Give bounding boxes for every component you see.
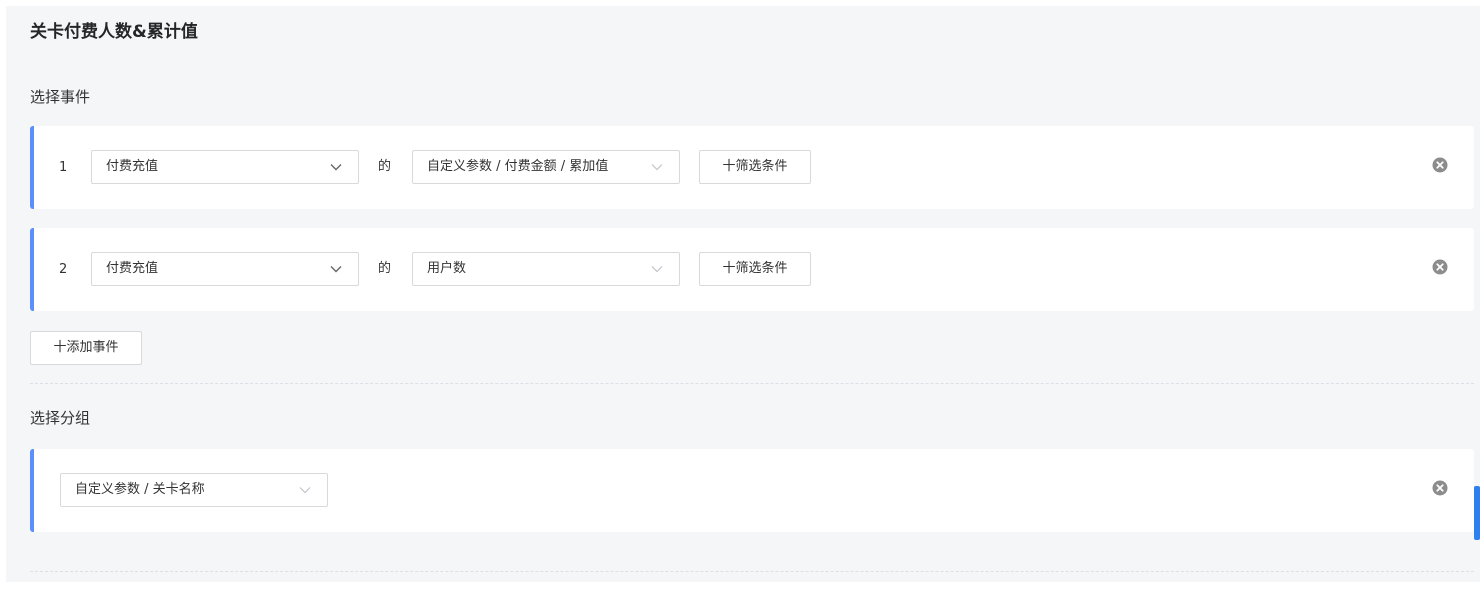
add-filter-button[interactable]: 十筛选条件	[699, 252, 811, 286]
chevron-down-light-icon	[651, 266, 663, 273]
close-circle-icon[interactable]	[1432, 259, 1448, 275]
event-select[interactable]: 付费充值	[91, 252, 359, 286]
event-row-2: 2 付费充值 的 用户数 十筛选条件	[30, 228, 1474, 311]
metric-select-value: 自定义参数 / 付费金额 / 累加值	[427, 159, 609, 174]
chevron-down-light-icon	[651, 164, 663, 171]
metric-select-value: 用户数	[427, 261, 467, 276]
group-row: 自定义参数 / 关卡名称	[30, 449, 1474, 532]
config-panel: 关卡付费人数&累计值 选择事件 1 付费充值 的 自定义参数 / 付费金额 / …	[6, 6, 1480, 582]
group-select-value: 自定义参数 / 关卡名称	[75, 482, 205, 497]
close-circle-icon[interactable]	[1432, 157, 1448, 173]
event-index: 2	[59, 262, 68, 277]
scrollbar-thumb[interactable]	[1474, 486, 1480, 540]
add-filter-button[interactable]: 十筛选条件	[699, 150, 811, 184]
section-title-group: 选择分组	[30, 409, 91, 427]
page-title: 关卡付费人数&累计值	[30, 22, 198, 42]
event-row-1: 1 付费充值 的 自定义参数 / 付费金额 / 累加值 十筛选条件	[30, 126, 1474, 209]
section-divider	[30, 571, 1474, 572]
chevron-down-icon	[330, 164, 342, 171]
of-label: 的	[378, 159, 392, 174]
chevron-down-icon	[330, 266, 342, 273]
event-select-value: 付费充值	[106, 261, 159, 276]
section-title-events: 选择事件	[30, 88, 91, 106]
add-event-button[interactable]: 十添加事件	[30, 331, 142, 365]
of-label: 的	[378, 261, 392, 276]
metric-select[interactable]: 用户数	[412, 252, 680, 286]
metric-select[interactable]: 自定义参数 / 付费金额 / 累加值	[412, 150, 680, 184]
event-select-value: 付费充值	[106, 159, 159, 174]
close-circle-icon[interactable]	[1432, 480, 1448, 496]
section-divider	[30, 383, 1474, 384]
event-select[interactable]: 付费充值	[91, 150, 359, 184]
chevron-down-light-icon	[299, 487, 311, 494]
event-index: 1	[59, 160, 68, 175]
group-select[interactable]: 自定义参数 / 关卡名称	[60, 473, 328, 507]
